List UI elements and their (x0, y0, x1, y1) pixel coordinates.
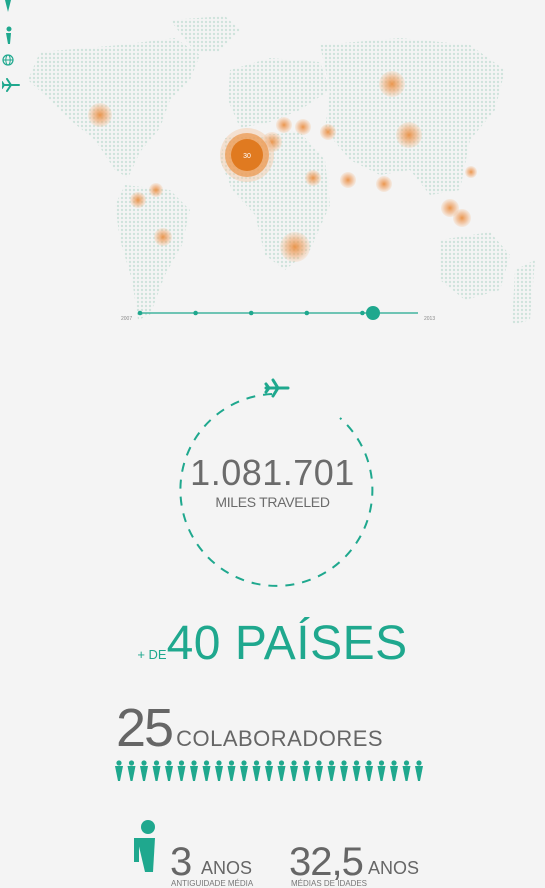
seniority-unit: ANOS (201, 858, 253, 878)
collaborator-person-icon (227, 760, 236, 781)
collaborator-person-icon (265, 760, 273, 781)
collaborators-icons (115, 760, 423, 781)
collaborator-person-icon (252, 760, 261, 781)
collaborator-person-icon (327, 760, 336, 781)
collaborator-person-icon (127, 760, 136, 781)
age-unit: ANOS (368, 858, 420, 878)
seniority-caption: ANTIGUIDADE MÉDIA (171, 879, 254, 888)
age-caption: MÉDIAS DE IDADES (291, 879, 368, 888)
collaborator-person-icon (352, 760, 361, 781)
countries-value: 40 PAÍSES (166, 617, 408, 670)
collaborators-stat: 25 COLABORADORES (116, 697, 383, 759)
collaborator-person-icon (415, 760, 423, 781)
collaborator-person-icon (215, 760, 223, 781)
collaborator-person-icon (115, 760, 123, 781)
countries-prefix: + DE (137, 647, 167, 662)
collaborator-person-icon (402, 760, 411, 781)
collaborator-person-icon (365, 760, 373, 781)
countries-stat: + DE40 PAÍSES (0, 616, 545, 671)
collaborator-person-icon (190, 760, 198, 781)
collaborator-person-icon (152, 760, 161, 781)
collaborator-person-icon (177, 760, 186, 781)
collaborator-person-icon (340, 760, 348, 781)
collaborator-person-icon (377, 760, 386, 781)
miles-label: MILES TRAVELED (215, 494, 330, 510)
collaborators-label: COLABORADORES (176, 726, 384, 751)
collaborator-person-icon (140, 760, 148, 781)
miles-circle (179, 378, 374, 587)
person-icon (134, 820, 155, 872)
collaborator-person-icon (240, 760, 248, 781)
collaborator-person-icon (290, 760, 298, 781)
collaborators-number: 25 (116, 698, 174, 758)
collaborator-person-icon (390, 760, 398, 781)
collaborator-person-icon (202, 760, 211, 781)
miles-value: 1.081.701 (190, 452, 355, 493)
collaborator-person-icon (277, 760, 286, 781)
collaborator-person-icon (165, 760, 173, 781)
collaborator-person-icon (315, 760, 323, 781)
collaborator-person-icon (302, 760, 311, 781)
